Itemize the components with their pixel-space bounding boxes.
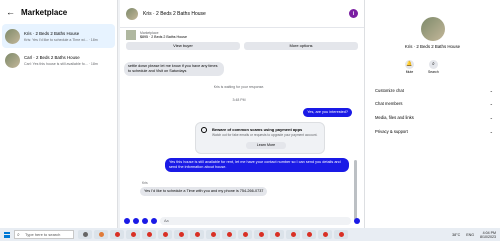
incoming-message: Yes I'd like to schedule a Time with you… — [140, 187, 268, 196]
chevron-down-icon: ⌄ — [489, 101, 493, 106]
conversation-item[interactable]: Carl · 2 Beds 2 Baths House Carl: Yes th… — [2, 48, 115, 72]
chrome-icon[interactable] — [206, 230, 220, 239]
info-icon[interactable]: i — [349, 9, 358, 18]
conversation-sidebar: ← Marketplace Kris · 2 Beds 2 Baths Hous… — [0, 0, 118, 228]
mute-label: Mute — [405, 70, 414, 74]
chrome-icon[interactable] — [222, 230, 236, 239]
chrome-icon[interactable] — [238, 230, 252, 239]
app-icon[interactable] — [94, 230, 108, 239]
avatar — [5, 52, 20, 68]
windows-start-icon[interactable] — [4, 231, 10, 238]
chevron-down-icon: ⌄ — [489, 88, 493, 93]
mute-button[interactable]: 🔔 Mute — [405, 60, 414, 74]
avatar[interactable] — [126, 7, 138, 20]
avatar — [421, 17, 445, 41]
conversation-name: Kris · 2 Beds 2 Baths House — [24, 30, 80, 36]
task-view-icon[interactable] — [78, 230, 92, 239]
clock[interactable]: 4:04 PM 8/10/2023 — [480, 231, 496, 239]
message-input[interactable]: Aa — [160, 217, 351, 225]
listing-thumbnail — [126, 30, 136, 40]
scrollbar[interactable] — [354, 160, 357, 220]
chrome-icon[interactable] — [158, 230, 172, 239]
gif-icon[interactable] — [151, 218, 157, 224]
chevron-down-icon: ⌄ — [489, 115, 493, 120]
language-indicator[interactable]: ENG — [466, 233, 474, 237]
chrome-icon[interactable] — [318, 230, 332, 239]
chrome-icon[interactable] — [126, 230, 140, 239]
search-label: Search — [428, 70, 439, 74]
chrome-icon[interactable] — [174, 230, 188, 239]
taskbar-search-input[interactable]: Type here to search — [14, 230, 74, 239]
warning-icon — [201, 127, 207, 133]
waiting-notice: Kris is waiting for your response. — [213, 85, 265, 89]
back-arrow-icon[interactable]: ← — [6, 7, 15, 17]
composer: Aa — [120, 214, 364, 228]
timestamp: 3:48 PM — [232, 98, 246, 102]
privacy-support-row[interactable]: Privacy & support ⌄ — [375, 129, 493, 134]
image-icon[interactable] — [133, 218, 139, 224]
sticker-icon[interactable] — [142, 218, 148, 224]
listing-title: $895 · 2 Beds 2 Baths House — [140, 35, 187, 39]
chrome-icon[interactable] — [270, 230, 284, 239]
chevron-down-icon: ⌄ — [489, 129, 493, 134]
plus-icon[interactable] — [124, 218, 130, 224]
chrome-icon[interactable] — [302, 230, 316, 239]
listing-banner[interactable]: Marketplace $895 · 2 Beds 2 Baths House — [120, 28, 364, 42]
scam-warning-card: Beware of common scams using payment app… — [195, 122, 325, 154]
conversation-snippet: Kris: Yes I'd like to schedule a Time wi… — [24, 37, 98, 42]
outgoing-message: Yes, are you interested? — [303, 108, 352, 117]
weather-text[interactable]: 38°C — [452, 233, 460, 237]
search-button[interactable]: ⌕ Search — [428, 60, 439, 74]
chat-header: Kris · 2 Beds 2 Baths House i — [120, 0, 364, 28]
customize-chat-row[interactable]: Customize chat ⌄ — [375, 88, 493, 93]
messenger-window: ← Marketplace Kris · 2 Beds 2 Baths Hous… — [0, 0, 500, 228]
view-buyer-button[interactable]: View buyer — [126, 42, 240, 50]
clock-date: 8/10/2023 — [480, 234, 496, 239]
conversation-item[interactable]: Kris · 2 Beds 2 Baths House Kris: Yes I'… — [2, 24, 115, 48]
details-name: Kris · 2 Beds 2 Baths House — [404, 44, 461, 49]
chrome-icon[interactable] — [190, 230, 204, 239]
message-list: settle down please let me know if you ha… — [120, 60, 358, 220]
more-options-button[interactable]: More options — [244, 42, 358, 50]
chrome-icon[interactable] — [254, 230, 268, 239]
like-icon[interactable] — [354, 218, 360, 224]
chat-title[interactable]: Kris · 2 Beds 2 Baths House — [143, 11, 349, 17]
system-tray: 38°C ENG 4:04 PM 8/10/2023 — [452, 228, 496, 241]
conversation-snippet: Carl: Yes this house is still available … — [24, 61, 98, 66]
conversation-name: Carl · 2 Beds 2 Baths House — [24, 54, 80, 60]
chat-panel: Kris · 2 Beds 2 Baths House i Marketplac… — [120, 0, 364, 228]
chrome-icon[interactable] — [142, 230, 156, 239]
outgoing-message: Yes this house is still available for re… — [165, 158, 349, 172]
avatar — [5, 28, 20, 44]
chat-members-row[interactable]: Chat members ⌄ — [375, 101, 493, 106]
search-icon: ⌕ — [428, 60, 438, 69]
sidebar-header: ← Marketplace — [0, 0, 117, 24]
bell-icon: 🔔 — [405, 60, 414, 69]
media-files-row[interactable]: Media, files and links ⌄ — [375, 115, 493, 120]
details-panel: Kris · 2 Beds 2 Baths House 🔔 Mute ⌕ Sea… — [364, 0, 500, 228]
incoming-message: settle down please let me know if you ha… — [124, 62, 224, 76]
taskbar-apps — [78, 230, 348, 239]
scam-subtitle: Watch out for fake emails or requests to… — [212, 133, 318, 137]
learn-more-button[interactable]: Learn More — [246, 142, 286, 149]
row-label: Privacy & support — [375, 129, 408, 134]
sender-name: Kris — [142, 181, 148, 185]
row-label: Customize chat — [375, 88, 404, 93]
chrome-icon[interactable] — [286, 230, 300, 239]
sidebar-title: Marketplace — [21, 7, 68, 17]
row-label: Media, files and links — [375, 115, 414, 120]
scam-title: Beware of common scams using payment app… — [212, 127, 303, 132]
clock-time: 4:04 PM — [482, 230, 496, 235]
chrome-icon[interactable] — [110, 230, 124, 239]
chrome-icon[interactable] — [334, 230, 348, 239]
taskbar: Type here to search 38°C ENG 4:04 PM 8/1… — [0, 228, 500, 241]
row-label: Chat members — [375, 101, 403, 106]
